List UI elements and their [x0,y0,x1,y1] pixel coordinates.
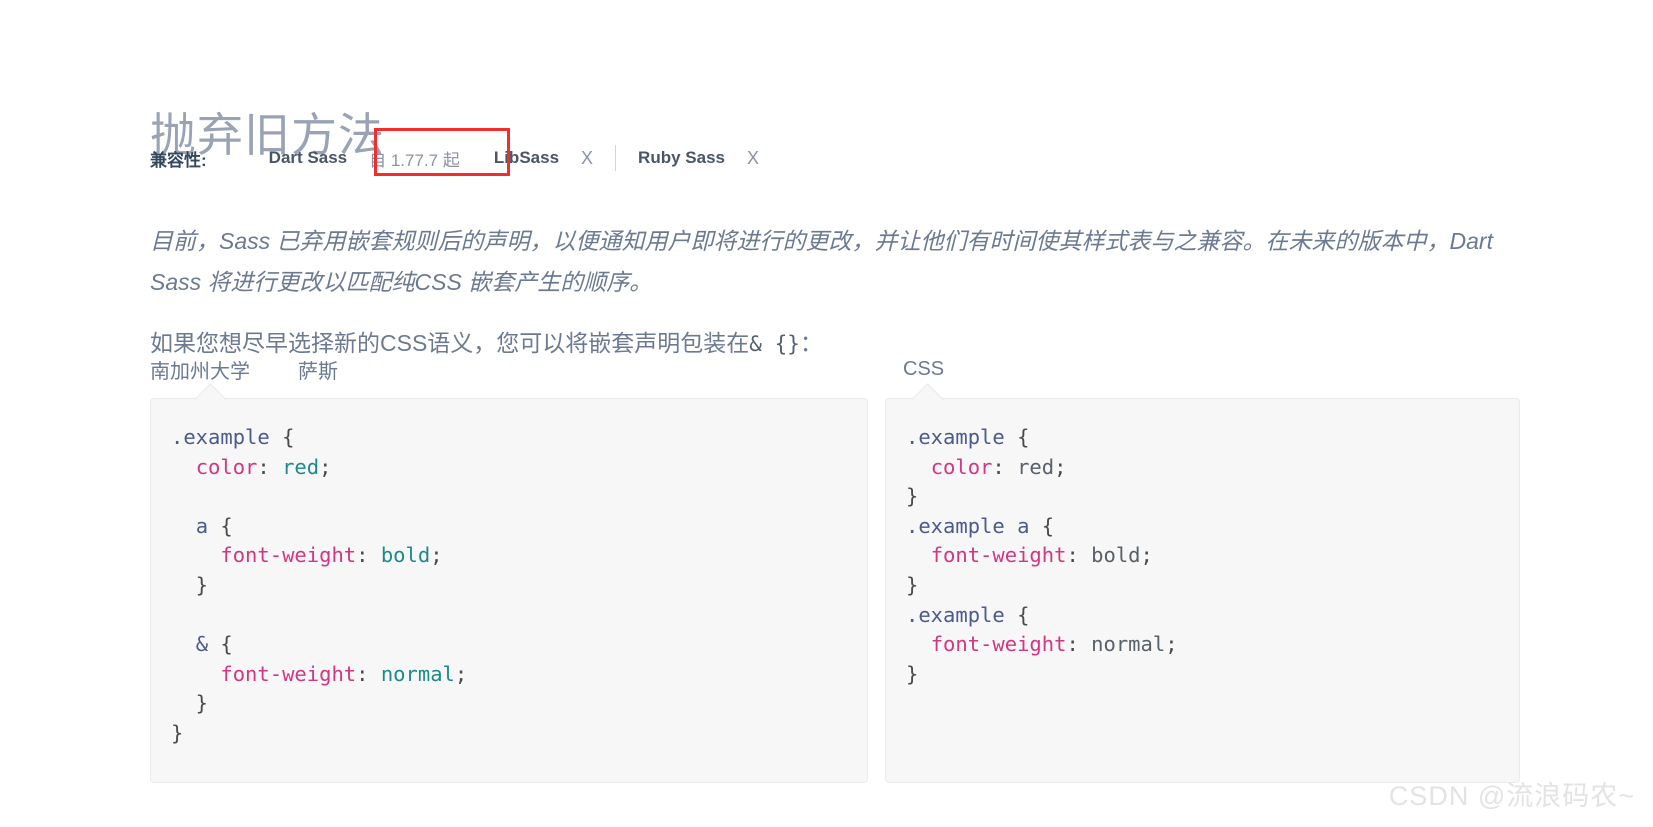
code-block-css[interactable]: .example { color: red; } .example a { fo… [906,423,1491,689]
example-column-sass: 南加州大学 萨斯 .example { color: red; a { font… [150,352,868,783]
compat-status-ruby-sass: X [746,147,759,168]
documentation-page: 抛弃旧方法 兼容性: Dart Sass 自 1.77.7 起 LibSass … [0,0,1653,827]
compat-status-dart-sass: 自 1.77.7 起 [369,150,460,170]
compat-name-libsass: LibSass [493,148,560,167]
code-block-sass[interactable]: .example { color: red; a { font-weight: … [171,423,839,749]
tab-css[interactable]: CSS [903,358,944,381]
compat-divider [615,145,617,171]
tab-scss[interactable]: 南加州大学 [150,355,250,384]
compat-item-dart-sass[interactable]: Dart Sass 自 1.77.7 起 [269,146,460,171]
compatibility-label: 兼容性: [150,150,207,170]
compatibility-row: 兼容性: Dart Sass 自 1.77.7 起 LibSass X Ruby… [150,143,759,173]
code-pane-sass: .example { color: red; a { font-weight: … [150,398,868,783]
compat-name-ruby-sass: Ruby Sass [638,148,725,167]
intro-paragraph: 目前，Sass 已弃用嵌套规则后的声明，以便通知用户即将进行的更改，并让他们有时… [150,228,1493,295]
example-column-css: CSS .example { color: red; } .example a … [885,352,1520,783]
compat-item-ruby-sass[interactable]: Ruby Sass X [638,148,759,169]
compat-item-libsass[interactable]: LibSass X [494,148,593,169]
compat-name-dart-sass: Dart Sass [268,148,348,167]
code-pane-css: .example { color: red; } .example a { fo… [885,398,1520,783]
compat-status-libsass: X [581,147,594,168]
example-tabs-sass: 南加州大学 萨斯 [150,352,868,386]
example-tabs-css: CSS [885,352,1520,386]
tab-sass[interactable]: 萨斯 [298,355,338,384]
